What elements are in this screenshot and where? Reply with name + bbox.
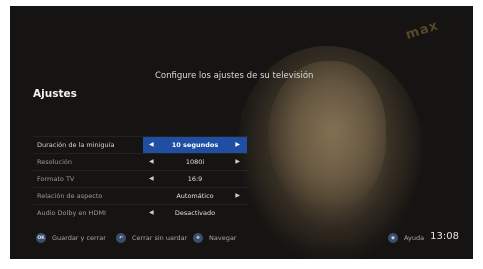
setting-row-resolucion[interactable]: Resolución ◀ 1080i ▶ [33,153,248,170]
setting-row-audio-dolby[interactable]: Audio Dolby en HDMI ◀ Desactivado [33,204,248,221]
setting-row-miniguia[interactable]: Duración de la miniguía ◀ 10 segundos ▶ [33,136,248,153]
setting-value: Desactivado [174,209,216,217]
setting-label: Relación de aspecto [37,192,103,200]
close-nosave-label: Cerrar sin uardar [132,234,188,242]
setting-selector[interactable]: Automático ▶ [143,188,247,204]
setting-label: Resolución [37,158,72,166]
save-close-hint[interactable]: OK Guardar y cerrar [36,233,106,243]
arrow-right-icon[interactable]: ▶ [235,158,240,165]
arrow-left-icon[interactable]: ◀ [149,209,154,216]
eye-icon: ◉ [388,233,398,243]
settings-list: Duración de la miniguía ◀ 10 segundos ▶ … [33,136,248,221]
help-label: Ayuda [404,234,425,242]
setting-selector[interactable]: ◀ 10 segundos ▶ [143,137,247,153]
back-arrow-icon: ↶ [116,233,126,243]
clock: 13:08 [430,231,459,242]
footer-bar: OK Guardar y cerrar ↶ Cerrar sin uardar … [10,227,473,251]
dpad-icon: ✥ [193,233,203,243]
setting-selector[interactable]: ◀ Desactivado [143,205,247,221]
help-hint[interactable]: ◉ Ayuda [388,233,424,243]
arrow-left-icon[interactable]: ◀ [149,158,154,165]
close-nosave-hint[interactable]: ↶ Cerrar sin uardar [116,233,187,243]
setting-selector[interactable]: ◀ 16:9 [143,171,247,187]
setting-label: Duración de la miniguía [37,141,115,149]
setting-row-relacion-aspecto[interactable]: Relación de aspecto Automático ▶ [33,187,248,204]
setting-label: Formato TV [37,175,75,183]
navigate-label: Navegar [209,234,237,242]
ok-icon: OK [36,233,46,243]
page-title: Ajustes [33,88,77,100]
setting-label: Audio Dolby en HDMI [37,209,106,217]
page-subtitle: Configure los ajustes de su televisión [155,71,314,81]
setting-value: 16:9 [187,175,203,183]
video-face [268,61,386,211]
arrow-right-icon[interactable]: ▶ [235,141,240,148]
setting-value: 1080i [185,158,205,166]
save-close-label: Guardar y cerrar [52,234,106,242]
arrow-left-icon[interactable]: ◀ [149,175,154,182]
setting-row-formato-tv[interactable]: Formato TV ◀ 16:9 [33,170,248,187]
screen: max Configure los ajustes de su televisi… [0,0,483,269]
channel-logo: max [403,18,441,43]
setting-value: Automático [176,192,214,200]
setting-selector[interactable]: ◀ 1080i ▶ [143,154,247,170]
arrow-left-icon[interactable]: ◀ [149,141,154,148]
setting-value: 10 segundos [171,141,219,149]
arrow-right-icon[interactable]: ▶ [235,192,240,199]
navigate-hint[interactable]: ✥ Navegar [193,233,236,243]
tv-video-background: max [10,6,473,259]
